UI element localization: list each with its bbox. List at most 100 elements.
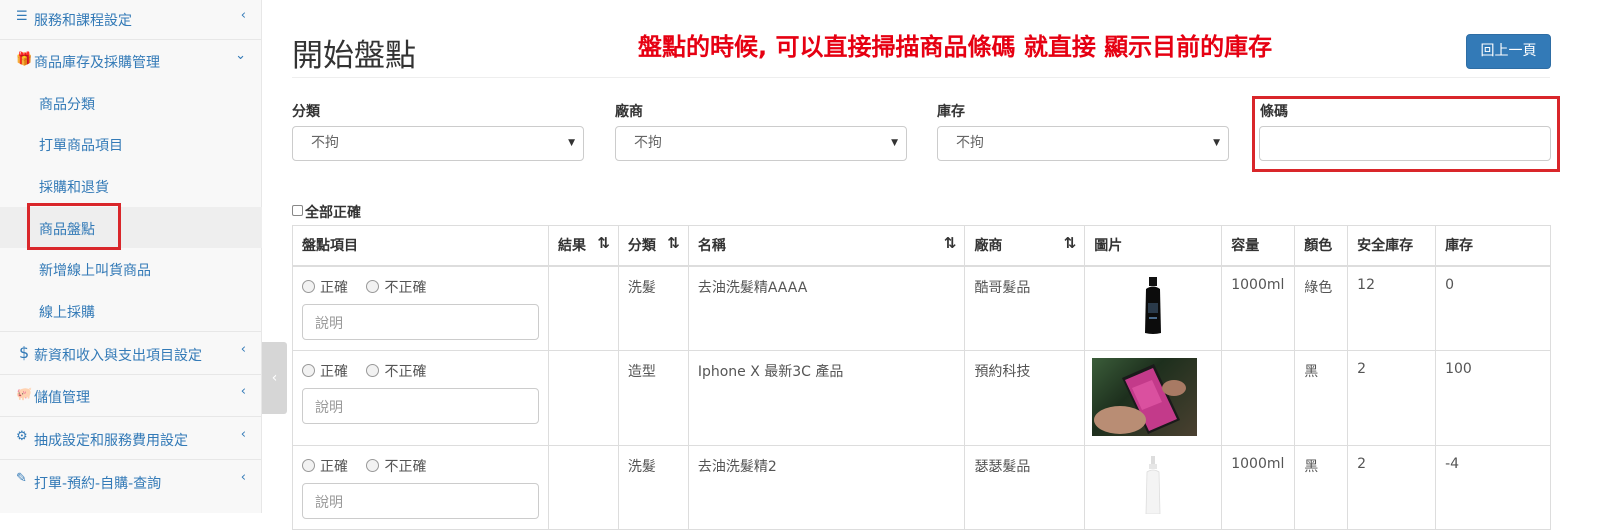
header-label: 容量 [1231,238,1260,254]
description-input[interactable]: 說明 [302,303,539,340]
smartphone-photo [1092,357,1198,436]
sidebar-subitem-purchase-return[interactable]: 採購和退貨 [0,166,262,206]
description-input[interactable]: 說明 [302,387,539,424]
back-button[interactable]: 回上一頁 [1466,34,1551,69]
sidebar-item-label: 抽成設定和服務費用設定 [34,433,188,449]
image-cell [1084,444,1223,530]
sidebar-subitem-category[interactable]: 商品分類 [0,83,262,123]
name-cell: Iphone X 最新3C 產品 [687,349,966,446]
edit-icon: ✎ [16,471,27,486]
sidebar-item-commission[interactable]: ⚙ 抽成設定和服務費用設定 ‹ [0,418,262,460]
stocktake-highlight-box [27,203,121,250]
sidebar-item-label: 打單-預約-自購-查詢 [34,476,162,492]
caret-down-icon: ▼ [891,138,898,148]
header-label: 安全庫存 [1357,238,1414,254]
incorrect-radio[interactable] [366,279,380,293]
input-placeholder: 說明 [315,399,343,416]
stocktake-cell: 正確 不正確 說明 [292,265,549,351]
correct-radio[interactable] [302,363,315,377]
sidebar-subitem-order-items[interactable]: 打單商品項目 [0,124,262,164]
sidebar-collapse-toggle[interactable]: ‹ [262,342,287,414]
sort-icon[interactable]: ⇅ [1064,234,1077,252]
gift-icon: 🎁 [16,52,33,67]
sidebar-subitem-label: 商品分類 [39,97,95,113]
sort-icon[interactable]: ⇅ [667,234,680,252]
page-title: 開始盤點 [292,38,416,74]
header-label: 廠商 [974,238,1003,254]
image-cell [1084,265,1223,351]
checkbox-icon [292,205,303,216]
stock-select[interactable]: 不拘 ▼ [937,126,1229,161]
vendor-cell: 預約科技 [964,349,1086,446]
sidebar-subitem-add-online-order[interactable]: 新增線上叫貨商品 [0,249,262,289]
header-category[interactable]: 分類 ⇅ [617,225,689,267]
sidebar-item-label: 商品庫存及採購管理 [34,55,160,71]
safety-stock-cell: 2 [1347,349,1437,446]
correct-radio[interactable] [302,458,315,472]
color-cell: 黑 [1294,444,1349,530]
volume-cell: 1000ml [1221,265,1296,351]
incorrect-radio[interactable] [366,458,380,472]
radio-label: 不正確 [384,279,427,296]
chevron-left-icon: ‹ [240,427,246,442]
sort-icon[interactable]: ⇅ [597,234,610,252]
all-correct-label: 全部正確 [305,205,361,221]
stock-cell: -4 [1435,444,1551,530]
category-cell: 造型 [617,349,689,446]
sidebar-subitem-label: 線上採購 [39,305,95,321]
name-cell: 去油洗髮精2 [687,444,966,530]
stocktake-cell: 正確 不正確 說明 [292,349,549,446]
caret-down-icon: ▼ [1213,138,1220,148]
sidebar-subitem-label: 打單商品項目 [39,138,123,154]
correct-radio[interactable] [302,279,315,293]
chevron-down-icon: ⌄ [235,48,246,63]
stocktake-table: 盤點項目 結果 ⇅ 分類 ⇅ 名稱 ⇅ 廠商 ⇅ 圖片 容量 顏色 安全庫存 庫存 正確… [292,225,1551,530]
header-label: 名稱 [697,238,726,254]
header-name[interactable]: 名稱 ⇅ [687,225,966,267]
stock-cell: 0 [1435,265,1551,351]
category-select-value: 不拘 [311,135,339,151]
header-stock: 庫存 [1435,225,1551,267]
table-row: 正確 不正確 說明 洗髮 去油洗髮精AAAA 酷哥髮品 1000ml 綠色 12… [292,265,1551,351]
category-cell: 洗髮 [617,265,689,351]
volume-cell [1221,349,1296,446]
header-label: 庫存 [1445,238,1474,254]
result-cell [548,265,619,351]
header-label: 分類 [627,238,656,254]
sidebar-item-salary[interactable]: $ 薪資和收入與支出項目設定 ‹ [0,333,262,375]
color-cell: 綠色 [1294,265,1349,351]
sidebar-item-label: 服務和課程設定 [34,13,132,29]
header-label: 盤點項目 [302,238,358,254]
chevron-left-icon: ‹ [240,384,246,399]
header-result[interactable]: 結果 ⇅ [548,225,619,267]
annotation-text: 盤點的時候, 可以直接掃描商品條碼 就直接 顯示目前的庫存 [638,33,1273,61]
vendor-select[interactable]: 不拘 ▼ [615,126,907,161]
name-cell: 去油洗髮精AAAA [687,265,966,351]
description-input[interactable]: 說明 [302,482,539,519]
chevron-left-icon: ‹ [240,470,246,485]
category-select[interactable]: 不拘 ▼ [292,126,584,161]
table-row: 正確 不正確 說明 造型 Iphone X 最新3C 產品 預約科技 黑 2 1… [292,349,1551,446]
sidebar-item-stored-value[interactable]: 🐖 儲值管理 ‹ [0,375,262,417]
dollar-icon: $ [19,343,30,362]
shampoo-bottle-image [1145,276,1162,334]
vendor-select-value: 不拘 [634,135,662,151]
table-header-row: 盤點項目 結果 ⇅ 分類 ⇅ 名稱 ⇅ 廠商 ⇅ 圖片 容量 顏色 安全庫存 庫存 [292,225,1551,267]
input-placeholder: 說明 [315,494,343,511]
category-cell: 洗髮 [617,444,689,530]
radio-label: 正確 [320,458,348,475]
header-vendor[interactable]: 廠商 ⇅ [964,225,1086,267]
sidebar-item-services[interactable]: ☰ 服務和課程設定 ‹ [0,0,262,40]
sidebar-item-label: 薪資和收入與支出項目設定 [34,348,202,364]
sidebar-subitem-online-purchase[interactable]: 線上採購 [0,291,262,331]
vendor-filter-label: 廠商 [615,104,643,120]
incorrect-radio[interactable] [366,363,380,377]
radio-label: 不正確 [384,363,427,380]
sort-icon[interactable]: ⇅ [944,234,957,252]
header-label: 顏色 [1304,238,1333,254]
all-correct-checkbox[interactable]: 全部正確 [292,202,361,222]
safety-stock-cell: 2 [1347,444,1437,530]
sidebar: ☰ 服務和課程設定 ‹ 🎁 商品庫存及採購管理 ⌄ 商品分類 打單商品項目 採購… [0,0,262,513]
sidebar-item-orders[interactable]: ✎ 打單-預約-自購-查詢 ‹ [0,461,262,513]
color-cell: 黑 [1294,349,1349,446]
